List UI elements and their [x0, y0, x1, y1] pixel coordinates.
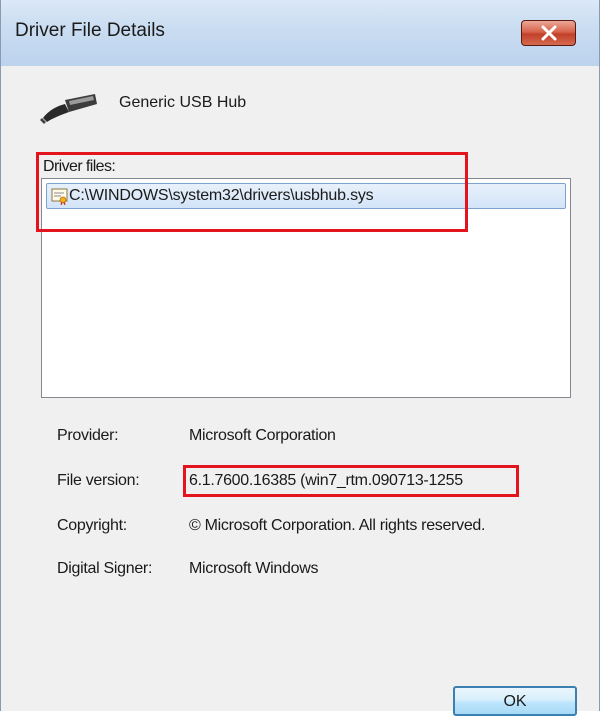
provider-value: Microsoft Corporation — [189, 427, 336, 444]
close-x-icon — [541, 25, 557, 41]
close-button[interactable] — [521, 20, 576, 46]
copyright-value: © Microsoft Corporation. All rights rese… — [189, 517, 486, 534]
file-version-highlight-annotation — [183, 465, 519, 497]
digital-signer-label: Digital Signer: — [57, 560, 153, 577]
copyright-label: Copyright: — [57, 517, 127, 534]
usb-plug-icon — [40, 94, 97, 124]
device-name: Generic USB Hub — [119, 94, 247, 111]
provider-label: Provider: — [57, 427, 119, 444]
dialog-content: Generic USB Hub Driver files: C:\WINDOWS… — [11, 66, 589, 716]
file-version-label: File version: — [57, 472, 140, 489]
title-bar[interactable]: Driver File Details — [1, 0, 599, 66]
digital-signer-value: Microsoft Windows — [189, 560, 319, 577]
driver-file-details-dialog: Driver File Details Generic USB Hub Driv… — [0, 0, 600, 716]
dialog-title: Driver File Details — [15, 20, 165, 41]
driver-files-highlight-annotation — [36, 152, 468, 232]
ok-button[interactable]: OK — [453, 686, 577, 716]
